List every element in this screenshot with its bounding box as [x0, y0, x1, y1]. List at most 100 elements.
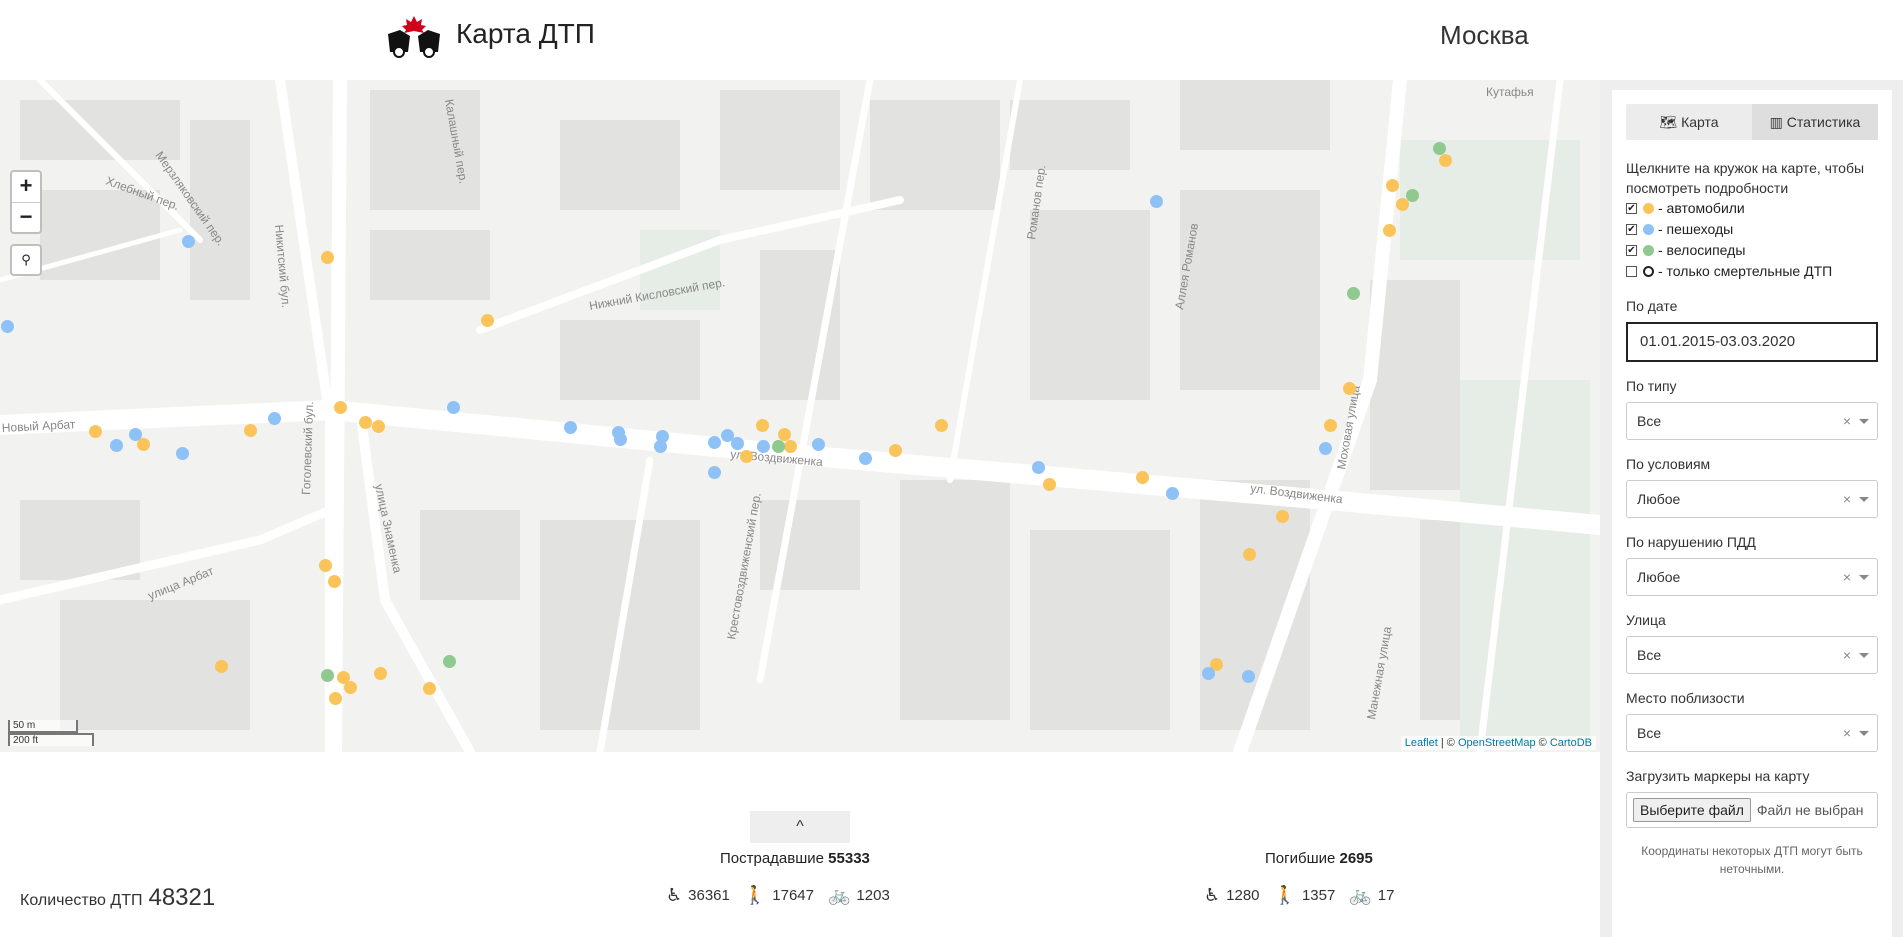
- clear-icon[interactable]: ×: [1843, 481, 1851, 517]
- marker-pedestrian[interactable]: [447, 401, 460, 414]
- marker-pedestrian[interactable]: [708, 466, 721, 479]
- marker-pedestrian[interactable]: [708, 436, 721, 449]
- scale-imperial: 200 ft: [8, 733, 94, 746]
- marker-car[interactable]: [481, 314, 494, 327]
- marker-pedestrian[interactable]: [1, 320, 14, 333]
- marker-car[interactable]: [359, 416, 372, 429]
- marker-car[interactable]: [89, 425, 102, 438]
- marker-car[interactable]: [935, 419, 948, 432]
- injured-drivers: 36361: [688, 887, 730, 904]
- marker-car[interactable]: [344, 681, 357, 694]
- marker-pedestrian[interactable]: [731, 437, 744, 450]
- zoom-in-button[interactable]: +: [12, 172, 40, 202]
- legend-cars[interactable]: ✔ - автомобили: [1626, 198, 1878, 219]
- marker-car[interactable]: [328, 575, 341, 588]
- leaflet-link[interactable]: Leaflet: [1405, 737, 1438, 749]
- marker-car[interactable]: [1043, 478, 1056, 491]
- total-accidents: Количество ДТП 48321: [20, 884, 215, 912]
- clear-icon[interactable]: ×: [1843, 559, 1851, 595]
- marker-car[interactable]: [756, 419, 769, 432]
- marker-car[interactable]: [1439, 154, 1452, 167]
- marker-pedestrian[interactable]: [1202, 667, 1215, 680]
- marker-bicycle[interactable]: [321, 669, 334, 682]
- marker-car[interactable]: [329, 692, 342, 705]
- marker-pedestrian[interactable]: [654, 440, 667, 453]
- marker-car[interactable]: [372, 420, 385, 433]
- street-label: Кутафья: [1486, 85, 1534, 99]
- marker-pedestrian[interactable]: [564, 421, 577, 434]
- marker-bicycle[interactable]: [443, 655, 456, 668]
- marker-car[interactable]: [1383, 224, 1396, 237]
- marker-pedestrian[interactable]: [1032, 461, 1045, 474]
- marker-car[interactable]: [244, 424, 257, 437]
- locate-button[interactable]: ⚲: [10, 244, 42, 276]
- marker-pedestrian[interactable]: [1242, 670, 1255, 683]
- marker-car[interactable]: [374, 667, 387, 680]
- marker-pedestrian[interactable]: [1166, 487, 1179, 500]
- checkbox-bicycles[interactable]: ✔: [1626, 245, 1637, 256]
- dead-pedestrians: 1357: [1301, 887, 1336, 904]
- osm-link[interactable]: OpenStreetMap: [1458, 737, 1536, 749]
- marker-car[interactable]: [319, 559, 332, 572]
- type-select[interactable]: Все ×: [1626, 402, 1878, 440]
- marker-pedestrian[interactable]: [614, 433, 627, 446]
- checkbox-cars[interactable]: ✔: [1626, 203, 1637, 214]
- marker-pedestrian[interactable]: [182, 235, 195, 248]
- marker-car[interactable]: [1386, 179, 1399, 192]
- marker-pedestrian[interactable]: [812, 438, 825, 451]
- marker-car[interactable]: [1343, 382, 1356, 395]
- marker-bicycle[interactable]: [772, 440, 785, 453]
- total-value: 48321: [148, 884, 216, 911]
- marker-pedestrian[interactable]: [110, 439, 123, 452]
- date-range-input[interactable]: 01.01.2015-03.03.2020: [1626, 322, 1878, 362]
- cartodb-link[interactable]: CartoDB: [1550, 737, 1592, 749]
- marker-pedestrian[interactable]: [1150, 195, 1163, 208]
- zoom-out-button[interactable]: −: [12, 202, 40, 232]
- marker-car[interactable]: [321, 251, 334, 264]
- collapse-stats-button[interactable]: ^: [750, 811, 850, 843]
- marker-car[interactable]: [1324, 419, 1337, 432]
- marker-car[interactable]: [889, 444, 902, 457]
- file-input[interactable]: Выберите файл Файл не выбран: [1626, 792, 1878, 828]
- marker-car[interactable]: [423, 682, 436, 695]
- marker-pedestrian[interactable]: [1319, 442, 1332, 455]
- tab-map[interactable]: 🗺 Карта: [1626, 104, 1752, 140]
- tab-statistics[interactable]: ▥ Статистика: [1752, 104, 1878, 140]
- dead-title: Погибшие 2695: [1265, 850, 1373, 867]
- legend-pedestrians[interactable]: ✔ - пешеходы: [1626, 219, 1878, 240]
- marker-car[interactable]: [784, 440, 797, 453]
- clear-icon[interactable]: ×: [1843, 403, 1851, 439]
- marker-pedestrian[interactable]: [268, 412, 281, 425]
- chevron-down-icon: [1859, 575, 1869, 580]
- checkbox-pedestrians[interactable]: ✔: [1626, 224, 1637, 235]
- total-label: Количество ДТП: [20, 892, 143, 909]
- marker-pedestrian[interactable]: [176, 447, 189, 460]
- choose-file-button[interactable]: Выберите файл: [1633, 798, 1751, 822]
- marker-car[interactable]: [740, 450, 753, 463]
- legend-fatal-only[interactable]: - только смертельные ДТП: [1626, 261, 1878, 282]
- marker-car[interactable]: [1243, 548, 1256, 561]
- marker-car[interactable]: [334, 401, 347, 414]
- map[interactable]: Новый Арбат ул. Воздвиженка ул. Воздвиже…: [0, 80, 1600, 752]
- marker-car[interactable]: [1136, 471, 1149, 484]
- marker-car[interactable]: [215, 660, 228, 673]
- marker-pedestrian[interactable]: [859, 452, 872, 465]
- checkbox-fatal-only[interactable]: [1626, 266, 1637, 277]
- marker-car[interactable]: [1276, 510, 1289, 523]
- conditions-select[interactable]: Любое ×: [1626, 480, 1878, 518]
- accuracy-note: Координаты некоторых ДТП могут быть нето…: [1641, 844, 1863, 876]
- marker-pedestrian[interactable]: [757, 440, 770, 453]
- sidebar: 🗺 Карта ▥ Статистика Щелкните на кружок …: [1600, 80, 1903, 937]
- clear-icon[interactable]: ×: [1843, 637, 1851, 673]
- marker-bicycle[interactable]: [1406, 189, 1419, 202]
- legend: ✔ - автомобили ✔ - пешеходы ✔ - велосипе…: [1626, 198, 1878, 282]
- marker-pedestrian[interactable]: [129, 428, 142, 441]
- violation-select[interactable]: Любое ×: [1626, 558, 1878, 596]
- marker-bicycle[interactable]: [1433, 142, 1446, 155]
- legend-bicycles[interactable]: ✔ - велосипеды: [1626, 240, 1878, 261]
- clear-icon[interactable]: ×: [1843, 715, 1851, 751]
- marker-bicycle[interactable]: [1347, 287, 1360, 300]
- street-select[interactable]: Все ×: [1626, 636, 1878, 674]
- city-name[interactable]: Москва: [1440, 20, 1529, 51]
- nearby-select[interactable]: Все ×: [1626, 714, 1878, 752]
